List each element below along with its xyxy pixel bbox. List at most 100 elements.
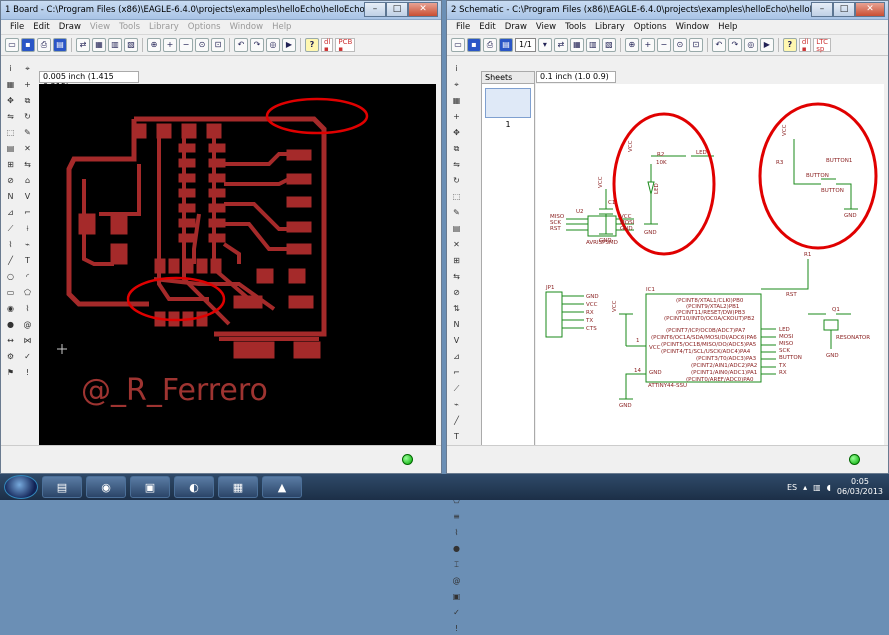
replace-icon[interactable]: ⊘ [4,174,17,187]
open-icon[interactable]: ▭ [5,38,19,52]
mark-icon[interactable]: + [450,110,463,123]
bus-icon[interactable]: ≡ [450,510,463,523]
autorouter-icon[interactable]: ⚙ [4,350,17,363]
stop-icon[interactable]: ◎ [266,38,280,52]
language-indicator[interactable]: ES [787,483,797,492]
pinswap-icon[interactable]: ⇆ [450,270,463,283]
script-icon[interactable]: ▦ [92,38,106,52]
cam-processor-icon[interactable]: ▧ [601,38,616,52]
start-button[interactable] [4,475,38,499]
taskbar-media-icon[interactable]: ◐ [174,476,214,498]
network-icon[interactable]: ▥ [813,483,821,492]
name-icon[interactable]: N [450,318,463,331]
help-icon[interactable]: ? [782,38,797,52]
minimize-button[interactable]: – [364,2,386,17]
taskbar-explorer-icon[interactable]: ▤ [42,476,82,498]
zoom-fit-icon[interactable]: ⊕ [624,38,639,52]
smash-icon[interactable]: ⊿ [450,350,463,363]
cam-processor-icon[interactable]: ▧ [124,38,138,52]
add-icon[interactable]: ⊞ [450,254,463,267]
menu-library[interactable]: Library [595,20,625,34]
cam-icon[interactable]: ▤ [53,38,67,52]
board-canvas[interactable]: @_R_Ferrero [39,84,436,446]
delete-icon[interactable]: ✕ [21,142,34,155]
save-icon[interactable]: ▪ [21,38,35,52]
ltc-spice-logo-icon[interactable]: LTC sp [813,38,831,53]
clock[interactable]: 0:05 06/03/2013 [837,477,883,497]
value-icon[interactable]: V [21,190,34,203]
zoom-redraw-icon[interactable]: ⊙ [195,38,209,52]
junction-icon[interactable]: ● [450,542,463,555]
change-icon[interactable]: ✎ [450,206,463,219]
redo-icon[interactable]: ↷ [727,38,742,52]
net-icon[interactable]: ⌇ [450,526,463,539]
text-icon[interactable]: T [21,254,34,267]
display-icon[interactable]: ▦ [4,78,17,91]
replace-icon[interactable]: ⊘ [450,286,463,299]
menu-tools[interactable]: Tools [565,20,586,34]
undo-icon[interactable]: ↶ [234,38,248,52]
zoom-select-icon[interactable]: ⊡ [211,38,225,52]
value-icon[interactable]: V [450,334,463,347]
maximize-button[interactable]: □ [833,2,855,17]
design-link-logo-icon[interactable]: dl ▪ [321,38,334,53]
paste-icon[interactable]: ▤ [4,142,17,155]
taskbar-computer-icon[interactable]: ▣ [130,476,170,498]
arc-icon[interactable]: ◜ [21,270,34,283]
copy-icon[interactable]: ⧉ [450,142,463,155]
wire-icon[interactable]: ╱ [4,254,17,267]
menu-help[interactable]: Help [272,20,291,34]
attribute-icon[interactable]: @ [450,574,463,587]
polygon-icon[interactable]: ⬠ [21,286,34,299]
schematic-canvas[interactable]: R2 10K LED LED GND VCC VCC R3 BUTTON1 BU… [536,84,884,446]
zoom-out-icon[interactable]: − [179,38,193,52]
menu-file[interactable]: File [456,20,470,34]
volume-icon[interactable]: ◖ [827,483,831,492]
move-icon[interactable]: ✥ [450,126,463,139]
split-icon[interactable]: ⟋ [4,222,17,235]
move-icon[interactable]: ✥ [4,94,17,107]
undo-icon[interactable]: ↶ [711,38,726,52]
save-icon[interactable]: ▪ [467,38,481,52]
taskbar-app-icon[interactable]: ▲ [262,476,302,498]
menu-draw[interactable]: Draw [59,20,81,34]
design-link-logo-icon[interactable]: dl ▪ [798,38,812,53]
pinswap-icon[interactable]: ⇆ [21,158,34,171]
signal-icon[interactable]: ⌇ [21,302,34,315]
menu-draw[interactable]: Draw [505,20,527,34]
optimize-icon[interactable]: ⟊ [21,222,34,235]
ulp-icon[interactable]: ▥ [585,38,600,52]
group-icon[interactable]: ⬚ [4,126,17,139]
menu-edit[interactable]: Edit [479,20,495,34]
mirror-icon[interactable]: ⇋ [450,158,463,171]
go-icon[interactable]: ▶ [282,38,296,52]
lock-icon[interactable]: ⌂ [21,174,34,187]
board-switch-icon[interactable]: ⇄ [76,38,90,52]
taskbar-chrome-icon[interactable]: ◉ [86,476,126,498]
rotate-icon[interactable]: ↻ [450,174,463,187]
copy-icon[interactable]: ⧉ [21,94,34,107]
menu-view[interactable]: View [536,20,556,34]
close-button[interactable]: ✕ [408,2,438,17]
zoom-out-icon[interactable]: − [656,38,671,52]
print-icon[interactable]: ⎙ [483,38,497,52]
board-titlebar[interactable]: 1 Board - C:\Program Files (x86)\EAGLE-6… [1,1,441,20]
sheet-dropdown-icon[interactable]: ▾ [537,38,552,52]
miter-icon[interactable]: ⌐ [21,206,34,219]
add-icon[interactable]: ⊞ [4,158,17,171]
sheet-thumbnail[interactable] [485,88,531,118]
errors-icon[interactable]: ! [21,366,34,379]
mark-icon[interactable]: + [21,78,34,91]
redo-icon[interactable]: ↷ [250,38,264,52]
minimize-button[interactable]: – [811,2,833,17]
script-icon[interactable]: ▦ [569,38,584,52]
help-icon[interactable]: ? [305,38,319,52]
rotate-icon[interactable]: ↻ [21,110,34,123]
print-icon[interactable]: ⎙ [37,38,51,52]
info-icon[interactable]: i [450,62,463,75]
stop-icon[interactable]: ◎ [743,38,758,52]
info-icon[interactable]: i [4,62,17,75]
attribute-icon[interactable]: @ [21,318,34,331]
schematic-titlebar[interactable]: 2 Schematic - C:\Program Files (x86)\EAG… [447,1,888,20]
invoke-icon[interactable]: ⌁ [450,398,463,411]
